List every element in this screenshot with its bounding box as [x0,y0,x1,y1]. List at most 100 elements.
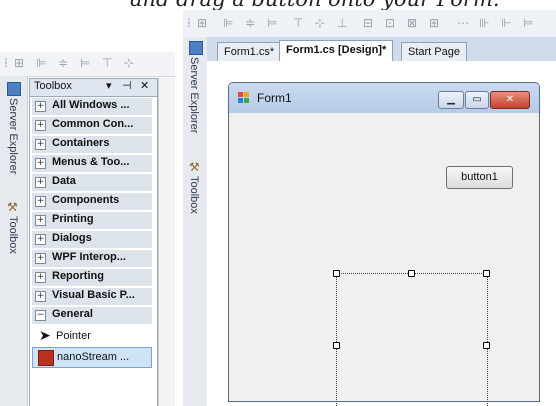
server-explorer-icon[interactable] [7,82,21,96]
align-middle-icon[interactable]: ⊹ [124,56,134,70]
side-tool-strip: Server Explorer ⚒ Toolbox [0,76,28,406]
form-icon [238,92,249,103]
resize-handle[interactable] [483,342,490,349]
expand-icon[interactable]: + [35,101,46,112]
align-center-icon[interactable]: ≑ [58,56,68,70]
toolbar-tool-icon[interactable]: ⊞ [197,16,207,30]
category-label: Visual Basic P... [52,289,135,301]
expand-icon[interactable]: + [35,215,46,226]
category-label: Data [52,175,76,187]
form-titlebar[interactable]: Form1 ▁ ▭ ✕ [229,83,539,113]
expand-icon[interactable]: + [35,120,46,131]
expand-icon[interactable]: + [35,196,46,207]
side-tool-strip: Server Explorer ⚒ Toolbox [183,37,208,406]
server-explorer-icon[interactable] [189,41,203,55]
close-icon[interactable]: ✕ [490,91,530,109]
make-same-height-icon[interactable]: ⊡ [385,16,395,30]
make-same-width-icon[interactable]: ⊟ [363,16,373,30]
expand-icon[interactable]: + [35,234,46,245]
size-to-grid-icon[interactable]: ⊞ [429,16,439,30]
tab-form1-code[interactable]: Form1.cs* [217,42,282,61]
expand-icon[interactable]: + [35,177,46,188]
expand-icon[interactable]: + [35,253,46,264]
decrease-spacing-icon[interactable]: ⊩ [501,16,511,30]
toolbox-header: Toolbox ▾ ⊣ ✕ [30,79,157,97]
window-position-dropdown-icon[interactable]: ▾ [106,79,112,92]
align-bottom-icon[interactable]: ⊥ [337,16,347,30]
toolbox-item-nanostream[interactable]: nanoStream ... [32,347,152,368]
align-center-icon[interactable]: ≑ [245,16,255,30]
toolbar-tool-icon[interactable]: ⊞ [14,56,24,70]
toolbox-category[interactable]: + Containers [32,136,152,154]
toolbox-category[interactable]: + Printing [32,212,152,230]
toolbox-category-general[interactable]: − General [32,307,152,325]
toolbox-category[interactable]: + Components [32,193,152,211]
toolbox-icon[interactable]: ⚒ [189,160,200,174]
layout-toolbar: ⁞ ⊞ ⊫ ≑ ⊨ ⊤ ⊹ [0,52,175,77]
form-client-area[interactable]: button1 [233,113,535,406]
collapse-icon[interactable]: − [35,310,46,321]
align-middle-icon[interactable]: ⊹ [315,16,325,30]
toolbox-item-pointer[interactable]: ➤ Pointer [32,327,152,346]
category-label: Components [52,194,120,206]
category-label: All Windows ... [52,99,130,111]
resize-handle[interactable] [483,270,490,277]
left-ide-window: ⁞ ⊞ ⊫ ≑ ⊨ ⊤ ⊹ Server Explorer ⚒ Toolbox … [0,52,175,406]
button1[interactable]: button1 [446,166,513,189]
toolbox-title: Toolbox [34,80,72,92]
align-right-icon[interactable]: ⊨ [267,16,277,30]
layout-toolbar: ⁞ ⊞ ⊫ ≑ ⊨ ⊤ ⊹ ⊥ ⊟ ⊡ ⊠ ⊞ ⋯ ⊪ ⊩ ⊨ [183,10,556,38]
selection-rectangle[interactable] [333,270,490,406]
align-top-icon[interactable]: ⊤ [293,16,303,30]
category-label: Reporting [52,270,104,282]
tab-form1-design[interactable]: Form1.cs [Design]* [279,40,394,62]
tab-start-page[interactable]: Start Page [401,42,467,61]
toolbox-category[interactable]: + Common Con... [32,117,152,135]
close-toolbox-icon[interactable]: ✕ [140,79,149,92]
toolbar-grip-icon: ⁞ [187,16,191,30]
right-ide-window: ⁞ ⊞ ⊫ ≑ ⊨ ⊤ ⊹ ⊥ ⊟ ⊡ ⊠ ⊞ ⋯ ⊪ ⊩ ⊨ Server E… [183,10,556,406]
vtab-server-explorer[interactable]: Server Explorer [7,98,19,174]
align-right-icon[interactable]: ⊨ [80,56,90,70]
auto-hide-pin-icon[interactable]: ⊣ [122,79,132,92]
vtab-server-explorer[interactable]: Server Explorer [188,57,200,133]
increase-spacing-icon[interactable]: ⊪ [479,16,489,30]
toolbox-icon[interactable]: ⚒ [7,200,18,214]
expand-icon[interactable]: + [35,158,46,169]
resize-handle[interactable] [333,342,340,349]
resize-handle[interactable] [408,270,415,277]
align-left-icon[interactable]: ⊫ [36,56,46,70]
form-title: Form1 [257,91,292,105]
expand-icon[interactable]: + [35,291,46,302]
toolbox-category[interactable]: + Dialogs [32,231,152,249]
remove-spacing-icon[interactable]: ⊨ [523,16,533,30]
maximize-icon[interactable]: ▭ [465,91,489,109]
horizontal-spacing-icon[interactable]: ⋯ [457,16,469,30]
toolbox-category[interactable]: + WPF Interop... [32,250,152,268]
make-same-size-icon[interactable]: ⊠ [407,16,417,30]
category-label: Menus & Too... [52,156,130,168]
category-label: General [52,308,93,320]
category-label: WPF Interop... [52,251,126,263]
category-label: Common Con... [52,118,134,130]
item-label: Pointer [56,330,91,342]
minimize-icon[interactable]: ▁ [438,91,464,109]
vtab-toolbox[interactable]: Toolbox [188,176,200,214]
category-label: Printing [52,213,94,225]
expand-icon[interactable]: + [35,272,46,283]
toolbox-category[interactable]: + Visual Basic P... [32,288,152,306]
toolbox-panel: Toolbox ▾ ⊣ ✕ + All Windows ... + Common… [29,78,158,406]
toolbox-category[interactable]: + All Windows ... [32,98,152,116]
toolbar-grip-icon: ⁞ [4,56,8,70]
category-label: Containers [52,137,110,149]
toolbox-category[interactable]: + Reporting [32,269,152,287]
pointer-arrow-icon: ➤ [39,328,51,344]
toolbox-category[interactable]: + Data [32,174,152,192]
toolbox-category[interactable]: + Menus & Too... [32,155,152,173]
vtab-toolbox[interactable]: Toolbox [7,216,19,254]
align-left-icon[interactable]: ⊫ [223,16,233,30]
resize-handle[interactable] [333,270,340,277]
form-window[interactable]: Form1 ▁ ▭ ✕ button1 [228,82,540,406]
expand-icon[interactable]: + [35,139,46,150]
align-top-icon[interactable]: ⊤ [102,56,112,70]
